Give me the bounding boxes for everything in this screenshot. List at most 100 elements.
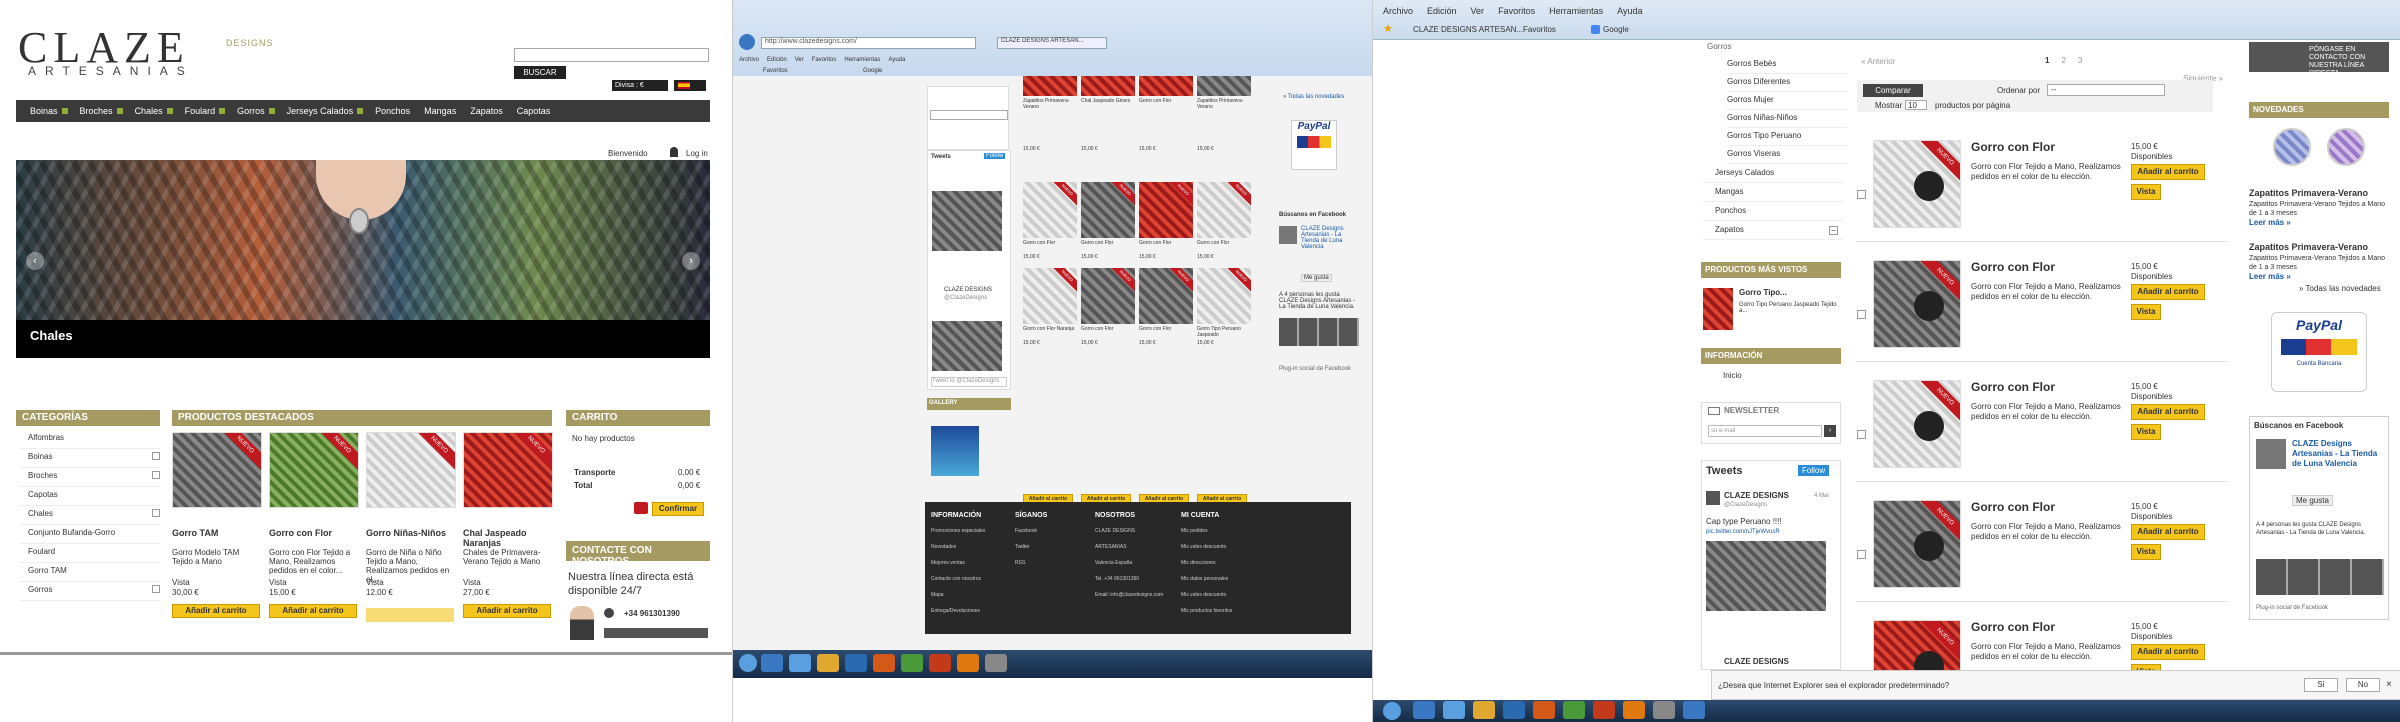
product-image[interactable] <box>1081 76 1135 96</box>
product-name[interactable]: Zapatitos Primavera-Verano <box>1023 98 1077 110</box>
footer-link[interactable]: Email: info@clazedesigns.com <box>1095 592 1163 598</box>
view-button[interactable]: Vista <box>2131 184 2161 200</box>
tweet-link[interactable]: pic.twitter.com/nJTjeWvusR <box>1706 529 1780 535</box>
compare-checkbox[interactable] <box>1857 550 1866 559</box>
view-button[interactable]: Vista <box>2131 544 2161 560</box>
footer-link[interactable]: RSS <box>1015 560 1025 566</box>
taskbar-app-icon[interactable] <box>1533 701 1555 719</box>
product-card[interactable]: NUEVO Gorro con Flor 15,00 € <box>1197 182 1251 262</box>
menu-item[interactable]: Favoritos <box>812 57 837 63</box>
add-to-cart-button[interactable]: Añadir al carrito <box>2131 284 2205 300</box>
language-select[interactable] <box>674 80 706 91</box>
menu-item[interactable]: Edición <box>1427 6 1457 16</box>
category-item[interactable]: Zapatos <box>1703 221 1843 240</box>
product-image[interactable]: NUEVO <box>1873 380 1961 468</box>
taskbar-app-icon[interactable] <box>1623 701 1645 719</box>
pagination-prev[interactable]: « Anterior <box>1861 57 1895 66</box>
footer-link[interactable]: Twitter <box>1015 544 1030 550</box>
menu-item[interactable]: Ver <box>1471 6 1485 16</box>
footer-link[interactable]: Contacte con nosotros <box>931 576 981 582</box>
subcategory-item[interactable]: Gorros Viseras <box>1727 146 1847 164</box>
menu-item[interactable]: Herramientas <box>1549 6 1603 16</box>
footer-link[interactable]: Tel. +34 961301390 <box>1095 576 1139 582</box>
ie-yes-button[interactable]: Sí <box>2304 678 2338 692</box>
side-cat-gorros[interactable]: Gorros <box>1707 42 1731 51</box>
add-to-cart-button[interactable]: Añadir al carrito <box>2131 404 2205 420</box>
taskbar-app-icon[interactable] <box>957 654 979 672</box>
gallery-image[interactable] <box>931 426 979 476</box>
address-bar[interactable]: http://www.clazedesigns.com/ <box>761 37 976 49</box>
product-card[interactable]: Chal Jaspeado Grises 15,00 € <box>1081 76 1135 176</box>
add-to-cart-button[interactable]: Añadir al carrito <box>2131 164 2205 180</box>
info-home-link[interactable]: Inicio <box>1723 371 1742 380</box>
category-item[interactable]: Gorros <box>20 582 160 601</box>
view-button[interactable]: Vista <box>2131 304 2161 320</box>
add-to-cart-button[interactable]: Añadir al carrito <box>2131 524 2205 540</box>
category-item[interactable]: Mangas <box>1703 183 1843 202</box>
footer-link[interactable]: Promociones especiales <box>931 528 985 534</box>
footer-link[interactable]: Facebook <box>1015 528 1037 534</box>
footer-link[interactable]: Mejores ventas <box>931 560 965 566</box>
taskbar-app-icon[interactable] <box>1563 701 1585 719</box>
fb-like-button[interactable]: Me gusta <box>1301 274 1332 282</box>
product-card[interactable]: NUEVO Gorro con Flor 15,00 € <box>1023 182 1077 262</box>
most-viewed-name[interactable]: Gorro Tipo... <box>1739 288 1787 297</box>
product-image[interactable]: NUEVO <box>1197 268 1251 324</box>
menu-item[interactable]: Archivo <box>739 57 759 63</box>
product-name[interactable]: Gorro con Flor <box>1971 620 2055 634</box>
footer-link[interactable]: Mis vales descuento <box>1181 592 1226 598</box>
favorites-star-icon[interactable]: ★ <box>1383 24 1393 35</box>
show-select[interactable]: 10 <box>1905 100 1927 110</box>
category-item[interactable]: Alfombras <box>20 430 160 449</box>
product-name[interactable]: Gorro con Flor <box>1081 326 1135 332</box>
expand-icon[interactable] <box>152 452 160 460</box>
page-number[interactable]: 2 <box>2061 56 2065 65</box>
taskbar-app-icon[interactable] <box>1683 701 1705 719</box>
product-card[interactable]: NUEVO Gorro con Flor 15,00 € <box>1139 268 1193 348</box>
search-input[interactable] <box>514 48 709 62</box>
add-to-cart-button[interactable]: Añadir al carrito <box>2131 644 2205 660</box>
taskbar-app-icon[interactable] <box>1473 701 1495 719</box>
all-news-link[interactable]: » Todas las novedades <box>1283 94 1344 100</box>
footer-link[interactable]: Mis pedidos <box>1181 528 1208 534</box>
product-name[interactable]: Gorro con Flor <box>1023 240 1077 246</box>
fb-like-button[interactable]: Me gusta <box>2292 495 2333 506</box>
add-to-cart-button[interactable]: Añadir al carrito <box>172 604 260 618</box>
expand-icon[interactable] <box>152 585 160 593</box>
product-name[interactable]: Gorro con Flor <box>1197 240 1251 246</box>
all-news-link[interactable]: » Todas las novedades <box>2299 284 2381 293</box>
category-item[interactable]: Broches <box>20 468 160 487</box>
category-item[interactable]: Jerseys Calados <box>1703 164 1843 183</box>
product-card[interactable]: Gorro con Flor 15,00 € <box>1139 76 1193 176</box>
subcategory-item[interactable]: Gorros Mujer <box>1727 92 1847 110</box>
compare-checkbox[interactable] <box>1857 190 1866 199</box>
collapse-icon[interactable]: − <box>1829 226 1838 235</box>
start-icon[interactable] <box>739 654 757 672</box>
product-name[interactable]: Gorro con Flor <box>1971 500 2055 514</box>
product-image[interactable] <box>1139 76 1193 96</box>
taskbar-app-icon[interactable] <box>817 654 839 672</box>
menu-item[interactable]: Ayuda <box>888 57 905 63</box>
search-button[interactable]: BUSCAR <box>514 66 566 79</box>
taskbar-app-icon[interactable] <box>1443 701 1465 719</box>
product-name[interactable]: Gorro Niñas-Niños <box>366 528 456 538</box>
product-card[interactable]: NUEVO Gorro TAM Gorro Modelo TAM Tejido a … <box>172 432 262 632</box>
product-name[interactable]: Gorro con Flor <box>1971 380 2055 394</box>
fb-page-name[interactable]: CLAZE Designs Artesanias - La Tienda de … <box>2292 439 2384 469</box>
product-image[interactable]: NUEVO <box>1023 182 1077 238</box>
footer-link[interactable]: ARTESANIAS <box>1095 544 1127 550</box>
google-link[interactable]: Google <box>863 68 882 74</box>
footer-link[interactable]: Valencia España <box>1095 560 1132 566</box>
taskbar-app-icon[interactable] <box>1593 701 1615 719</box>
category-item[interactable]: Foulard <box>20 544 160 563</box>
footer-link[interactable]: Mapa <box>931 592 944 598</box>
footer-link[interactable]: Mis direcciones <box>1181 560 1215 566</box>
contact-banner[interactable]: PÓNGASE EN CONTACTO CON NUESTRA LÍNEA DI… <box>2249 42 2389 77</box>
product-row[interactable]: NUEVO Gorro con Flor Gorro con Flor Tejido… <box>1857 490 2227 602</box>
taskbar-app-icon[interactable] <box>789 654 811 672</box>
subcategory-item[interactable]: Gorros Bebés <box>1727 56 1847 74</box>
login-link[interactable]: Log in <box>686 149 708 158</box>
product-image[interactable]: NUEVO <box>366 432 456 508</box>
product-name[interactable]: Chal Jaspeado Grises <box>1081 98 1135 104</box>
back-icon[interactable] <box>739 34 755 50</box>
